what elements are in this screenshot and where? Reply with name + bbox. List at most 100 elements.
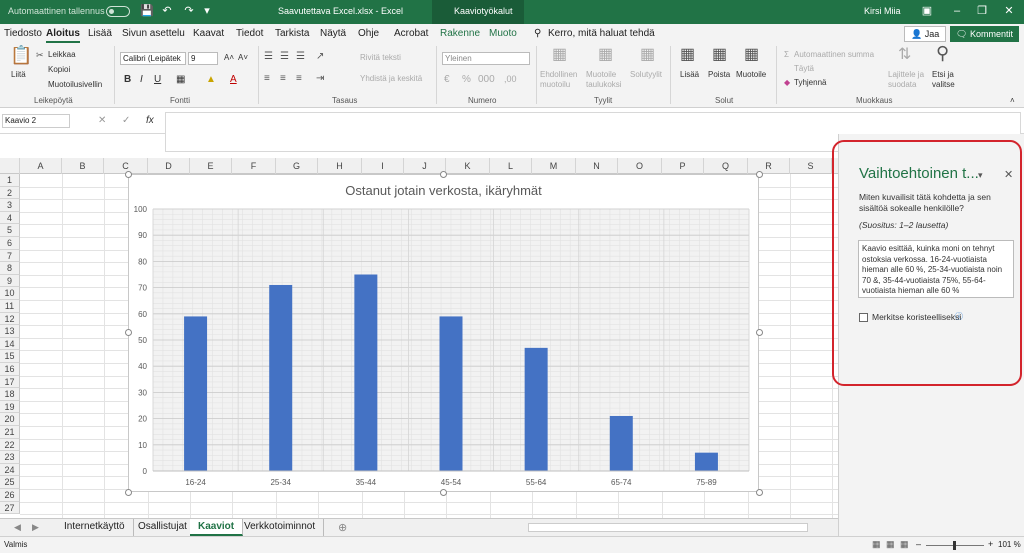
chart-resize-handle-sw[interactable] xyxy=(125,489,132,496)
row-header[interactable]: 17 xyxy=(0,375,20,389)
conditional-format-icon[interactable]: ▦ xyxy=(552,47,567,63)
shrink-font-icon[interactable]: A˅ xyxy=(238,53,248,62)
number-format-select[interactable]: Yleinen xyxy=(442,52,530,65)
tab-page-layout[interactable]: Sivun asettelu xyxy=(122,28,185,39)
bold-icon[interactable]: B xyxy=(124,74,131,85)
tab-acrobat[interactable]: Acrobat xyxy=(394,28,428,39)
row-header[interactable]: 15 xyxy=(0,350,20,363)
chart-resize-handle-e[interactable] xyxy=(756,329,763,336)
sort-filter-icon[interactable]: ⇅ xyxy=(898,47,911,63)
insert-cells-icon[interactable]: ▦ xyxy=(680,47,695,63)
pane-close-icon[interactable]: ✕ xyxy=(1004,168,1013,181)
row-header[interactable]: 4 xyxy=(0,211,20,225)
currency-icon[interactable]: € xyxy=(444,74,450,85)
pane-options-icon[interactable]: ▾ xyxy=(978,170,983,181)
row-header[interactable]: 7 xyxy=(0,249,20,263)
row-header[interactable]: 10 xyxy=(0,287,20,300)
font-size-select[interactable]: 9 xyxy=(188,52,218,65)
row-header[interactable]: 3 xyxy=(0,199,20,212)
chart-resize-handle-s[interactable] xyxy=(440,489,447,496)
chart-resize-handle-se[interactable] xyxy=(756,489,763,496)
format-cells-icon[interactable]: ▦ xyxy=(744,47,759,63)
row-header[interactable]: 6 xyxy=(0,237,20,250)
enter-icon[interactable]: ✓ xyxy=(122,115,130,126)
row-header[interactable]: 19 xyxy=(0,400,20,414)
row-header[interactable]: 27 xyxy=(0,501,20,515)
chart-resize-handle-w[interactable] xyxy=(125,329,132,336)
row-header[interactable]: 20 xyxy=(0,413,20,426)
redo-icon[interactable]: ↷ xyxy=(182,4,196,18)
chart-resize-handle-nw[interactable] xyxy=(125,171,132,178)
row-header[interactable]: 5 xyxy=(0,224,20,237)
next-sheet-icon[interactable]: ▶ xyxy=(32,522,39,533)
row-header[interactable]: 21 xyxy=(0,426,20,439)
decimal-icon[interactable]: ,00 xyxy=(504,74,517,84)
row-header[interactable]: 24 xyxy=(0,463,20,477)
page-break-view-icon[interactable]: ▦ xyxy=(900,539,909,550)
sheet-tab-participants[interactable]: Osallistujat xyxy=(130,519,196,536)
row-header[interactable]: 22 xyxy=(0,438,20,452)
row-header[interactable]: 13 xyxy=(0,325,20,338)
chart-resize-handle-n[interactable] xyxy=(440,171,447,178)
row-header[interactable]: 12 xyxy=(0,312,20,326)
add-sheet-icon[interactable]: ⊕ xyxy=(338,521,347,534)
cut-button[interactable]: Leikkaa xyxy=(48,50,76,59)
comments-button[interactable]: 🗨 Kommentit xyxy=(950,26,1019,42)
font-name-select[interactable]: Calibri (Leipätek xyxy=(120,52,186,65)
name-box[interactable]: Kaavio 2 xyxy=(2,114,70,128)
close-window-icon[interactable]: ✕ xyxy=(1002,4,1016,18)
paste-button[interactable]: Liitä xyxy=(11,70,26,79)
ribbon-display-icon[interactable]: ▣ xyxy=(920,4,934,18)
align-center-icon[interactable]: ≡ xyxy=(280,72,286,86)
orientation-icon[interactable]: ↗ xyxy=(316,50,324,64)
minimize-icon[interactable]: – xyxy=(950,4,964,18)
row-header[interactable]: 8 xyxy=(0,262,20,275)
format-painter-button[interactable]: Muotoilusivellin xyxy=(48,80,102,89)
row-header[interactable]: 2 xyxy=(0,186,20,200)
quick-access-dropdown-icon[interactable]: ▾ xyxy=(200,4,214,18)
merge-center-button[interactable]: Yhdistä ja keskitä xyxy=(360,74,422,83)
tab-design[interactable]: Rakenne xyxy=(440,28,480,39)
font-color-icon[interactable]: A xyxy=(230,74,237,85)
normal-view-icon[interactable]: ▦ xyxy=(872,539,881,550)
tab-formulas[interactable]: Kaavat xyxy=(193,28,224,39)
delete-cells-icon[interactable]: ▦ xyxy=(712,47,727,63)
row-header[interactable]: 14 xyxy=(0,337,20,351)
wrap-text-button[interactable]: Rivitä teksti xyxy=(360,53,401,62)
underline-icon[interactable]: U xyxy=(154,74,161,85)
zoom-slider-thumb[interactable] xyxy=(953,541,956,550)
collapse-ribbon-icon[interactable]: ˄ xyxy=(1010,96,1015,105)
copy-button[interactable]: Kopioi xyxy=(48,65,70,74)
tab-file[interactable]: Tiedosto xyxy=(4,28,42,39)
delete-cells-button[interactable]: Poista xyxy=(708,70,730,79)
tell-me-search[interactable]: Kerro, mitä haluat tehdä xyxy=(548,28,655,39)
user-name[interactable]: Kirsi Miia xyxy=(864,6,901,16)
align-left-icon[interactable]: ≡ xyxy=(264,72,270,86)
grow-font-icon[interactable]: A˄ xyxy=(224,53,234,62)
align-bottom-icon[interactable]: ☰ xyxy=(296,50,305,64)
tab-format[interactable]: Muoto xyxy=(489,28,517,39)
page-layout-view-icon[interactable]: ▦ xyxy=(886,539,895,550)
autosave-toggle[interactable] xyxy=(106,6,130,17)
save-icon[interactable]: 💾 xyxy=(140,4,154,18)
info-icon[interactable]: ⓘ xyxy=(955,311,963,322)
sheet-tab-internet[interactable]: Internetkäyttö xyxy=(56,519,134,536)
tab-data[interactable]: Tiedot xyxy=(236,28,263,39)
thousands-icon[interactable]: 000 xyxy=(478,74,495,85)
row-header[interactable]: 1 xyxy=(0,174,20,187)
format-cells-button[interactable]: Muotoile xyxy=(736,70,766,79)
row-header[interactable]: 16 xyxy=(0,363,20,376)
borders-icon[interactable]: ▦ xyxy=(176,74,185,85)
tab-view[interactable]: Näytä xyxy=(320,28,346,39)
share-button[interactable]: 👤 Jaa xyxy=(904,26,947,42)
conditional-format-button[interactable]: Ehdollinen muotoilu xyxy=(540,70,582,90)
undo-icon[interactable]: ↶ xyxy=(160,4,174,18)
decorative-checkbox[interactable] xyxy=(859,313,868,322)
chart-resize-handle-ne[interactable] xyxy=(756,171,763,178)
tab-insert[interactable]: Lisää xyxy=(88,28,112,39)
restore-icon[interactable]: ❐ xyxy=(975,4,989,18)
align-top-icon[interactable]: ☰ xyxy=(264,50,273,64)
fill-button[interactable]: Täytä xyxy=(794,64,814,73)
cancel-icon[interactable]: ✕ xyxy=(98,115,106,126)
row-header[interactable]: 11 xyxy=(0,300,20,313)
